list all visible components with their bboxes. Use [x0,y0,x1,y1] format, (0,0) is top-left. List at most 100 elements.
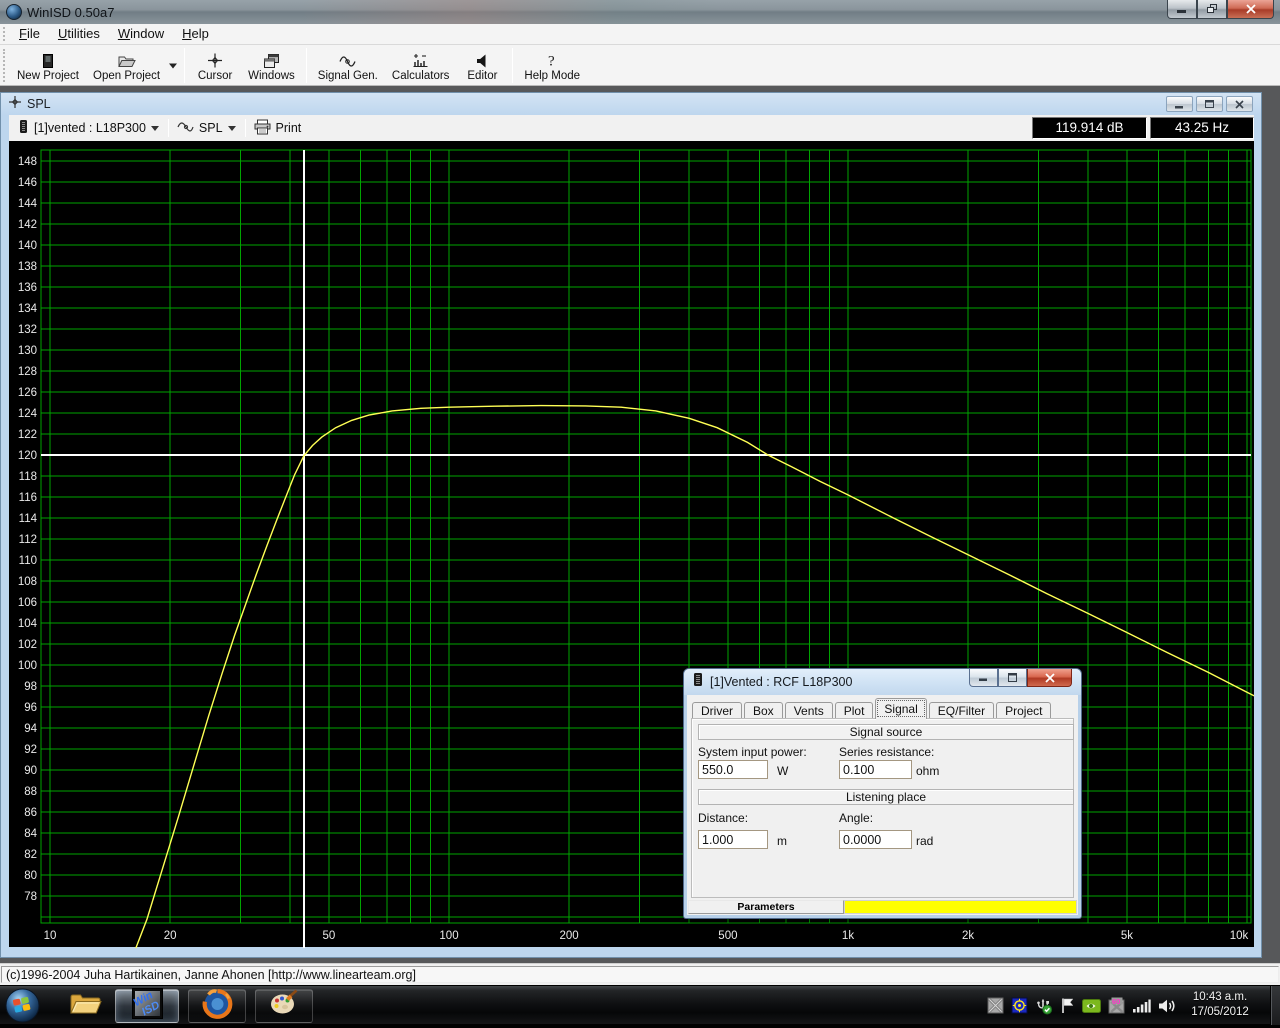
tab-box[interactable]: Box [744,702,783,719]
taskbar-clock[interactable]: 10:43 a.m. 17/05/2012 [1182,990,1258,1020]
close-button[interactable] [1227,0,1274,19]
taskbar: WinISD 60 10:43 a.m. 17/05/2012 [0,985,1280,1024]
cursor-button[interactable]: Cursor [189,46,241,85]
spl-window-title: SPL [27,97,51,111]
series-resistance-input[interactable] [839,760,912,779]
taskbar-app-explorer[interactable] [64,989,106,1023]
menu-utilities[interactable]: Utilities [49,24,109,44]
winisd-icon: WinISD [132,988,163,1024]
svg-text:84: 84 [24,828,37,840]
tab-project[interactable]: Project [996,702,1051,719]
svg-text:10: 10 [44,930,57,942]
menu-window[interactable]: Window [109,24,173,44]
svg-text:5k: 5k [1121,930,1133,942]
sine-icon [177,121,194,136]
field-label: Angle: [839,811,873,825]
tab-signal[interactable]: Signal [875,698,926,719]
svg-text:200: 200 [560,930,579,942]
plot-type-dropdown[interactable]: SPL [171,117,243,139]
distance-input[interactable] [698,830,768,849]
spl-close-button[interactable] [1226,96,1253,112]
open-project-button[interactable]: Open Project [86,46,167,85]
volume-icon[interactable] [1158,998,1176,1014]
taskbar-app-firefox[interactable] [188,989,246,1023]
svg-text:118: 118 [19,471,37,483]
svg-text:132: 132 [18,324,37,336]
clock-date: 17/05/2012 [1182,1005,1258,1020]
calculators-icon [412,51,429,69]
spl-restore-button[interactable] [1196,96,1223,112]
spl-window-controls [1166,96,1253,112]
nvidia-settings-icon[interactable] [1082,998,1101,1014]
svg-text:92: 92 [24,744,37,756]
new-project-button[interactable]: New Project [10,46,86,85]
desktop: WinISD 0.50a7 FileUtilitiesWindowHelp Ne… [0,0,1280,1024]
tab-eq-filter[interactable]: EQ/Filter [929,702,994,719]
svg-text:106: 106 [18,597,37,609]
winisd-app-icon [6,4,22,20]
svg-text:2k: 2k [962,930,974,942]
usb-safely-remove-icon[interactable] [1035,997,1053,1015]
print-button[interactable]: Print [248,117,308,139]
taskbar-app-paint[interactable] [255,989,313,1023]
dialog-close-button[interactable] [1027,669,1072,687]
menu-bar: FileUtilitiesWindowHelp [0,24,1280,45]
spl-window-titlebar[interactable]: SPL [1,93,1261,115]
minimize-button[interactable] [1167,0,1197,19]
svg-text:126: 126 [18,387,37,399]
restore-button[interactable] [1197,0,1227,19]
print-label: Print [276,121,302,135]
menu-items: FileUtilitiesWindowHelp [10,24,218,44]
dialog-footer: Parameters [688,900,1077,914]
main-toolbar: New Project Open Project Cursor WindowsSign… [0,45,1280,86]
open-project-dropdown[interactable] [167,46,180,85]
tab-plot[interactable]: Plot [835,702,874,719]
driver-selector-dropdown[interactable]: [1]vented : L18P300 [13,117,166,139]
toolbar-grip[interactable] [3,49,8,82]
help-mode-button[interactable]: ?Help Mode [517,46,587,85]
svg-text:98: 98 [24,681,37,693]
toolbar-separator [184,48,185,83]
gpu-temp-60-icon[interactable]: 60 [1108,997,1125,1014]
toolbar-button-label: Editor [467,70,497,82]
editor-button[interactable]: Editor [456,46,508,85]
menu-file[interactable]: File [10,24,49,44]
tab-vents[interactable]: Vents [785,702,833,719]
dialog-maximize-button[interactable] [998,669,1027,687]
spl-minimize-button[interactable] [1166,96,1193,112]
spl-toolbar: [1]vented : L18P300 SPL Print 119.914 [9,115,1254,141]
toolbar-button-label: Cursor [198,70,233,82]
start-button[interactable] [5,988,40,1023]
toolbar-button-label: Open Project [93,70,160,82]
system-input-power-input[interactable] [698,760,768,779]
wireless-status-icon[interactable] [1011,997,1028,1014]
network-disabled-icon[interactable] [987,997,1004,1014]
open-project-icon [117,51,136,69]
cursor-frequency-readout: 43.25 Hz [1150,117,1254,139]
menu-help[interactable]: Help [173,24,218,44]
svg-text:142: 142 [18,219,37,231]
menu-grip[interactable] [3,27,8,41]
svg-text:96: 96 [24,702,37,714]
parameters-button[interactable]: Parameters [688,900,844,914]
dialog-minimize-button[interactable] [969,669,998,687]
signal-gen-button[interactable]: Signal Gen. [311,46,385,85]
unit-label: ohm [916,764,939,778]
windows-button[interactable]: Windows [241,46,302,85]
windows-icon [263,51,280,69]
svg-text:94: 94 [24,723,37,735]
svg-text:122: 122 [18,429,37,441]
svg-text:500: 500 [718,930,737,942]
signal-strength-icon[interactable] [1132,998,1151,1013]
action-center-flag-icon[interactable] [1060,997,1075,1014]
main-window-title: WinISD 0.50a7 [27,5,114,20]
tab-driver[interactable]: Driver [692,702,742,719]
field-label: Series resistance: [839,745,934,759]
plot-type-label: SPL [199,121,223,135]
taskbar-app-winisd[interactable]: WinISD [115,989,179,1023]
calculators-button[interactable]: Calculators [385,46,457,85]
show-desktop-button[interactable] [1270,986,1280,1025]
angle-input[interactable] [839,830,912,849]
svg-text:124: 124 [18,408,38,420]
group-header-signal-source: Signal source [698,724,1074,740]
